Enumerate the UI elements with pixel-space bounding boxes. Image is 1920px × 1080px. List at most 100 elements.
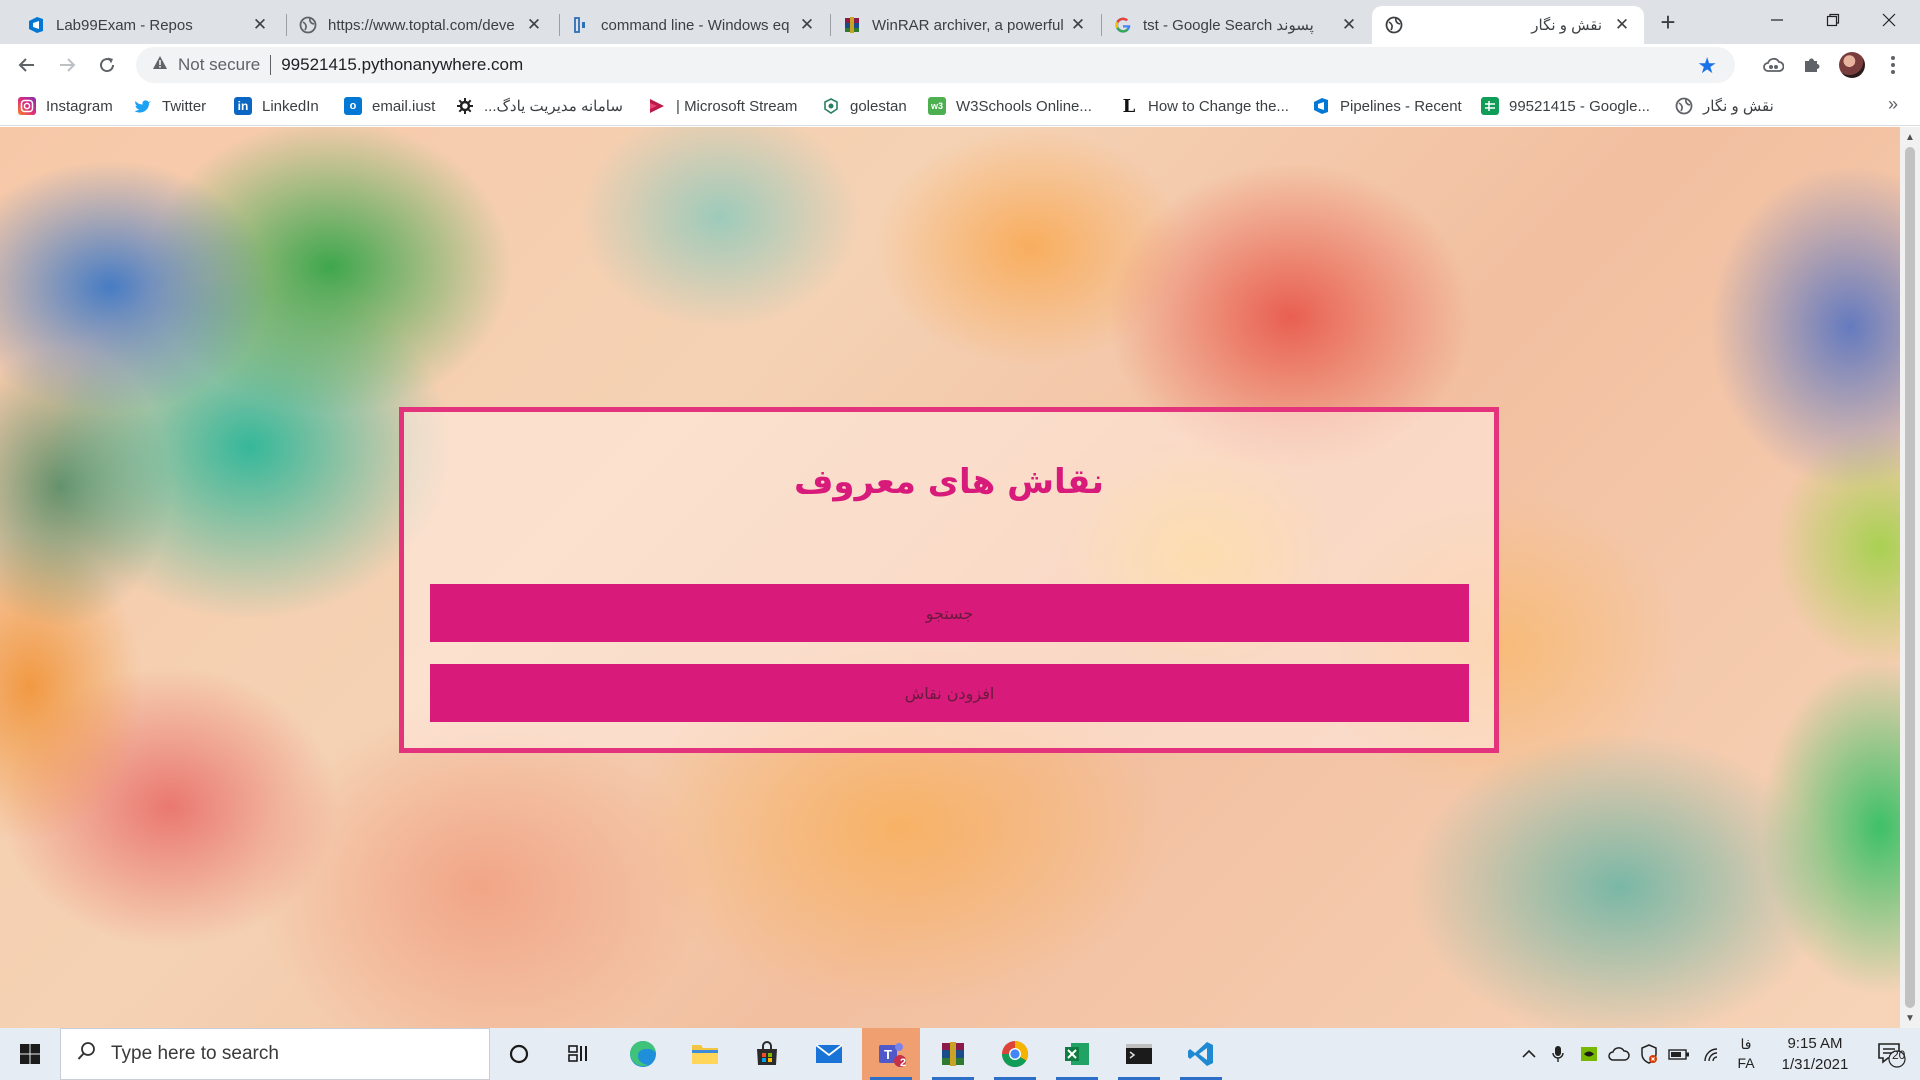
store-icon[interactable] — [738, 1028, 796, 1080]
system-clock[interactable]: 9:15 AM 1/31/2021 — [1770, 1033, 1860, 1075]
start-button[interactable] — [0, 1028, 60, 1080]
close-icon[interactable]: ✕ — [250, 15, 270, 35]
search-placeholder: Type here to search — [111, 1043, 279, 1064]
menu-kebab-icon[interactable] — [1880, 52, 1906, 78]
bookmark-label: | Microsoft Stream — [676, 97, 798, 115]
close-icon[interactable]: ✕ — [1339, 15, 1359, 35]
tab-title: command line - Windows eq — [601, 16, 790, 34]
l-icon: L — [1122, 95, 1136, 117]
bookmarks-overflow-button[interactable]: » — [1888, 94, 1898, 115]
folder-icon[interactable] — [676, 1028, 734, 1080]
windows-logo-icon — [20, 1044, 40, 1064]
clock-time: 9:15 AM — [1787, 1035, 1843, 1052]
excel-icon[interactable] — [1048, 1028, 1106, 1080]
scrollbar-thumb[interactable] — [1905, 147, 1915, 1008]
bookmark-golestan[interactable]: golestan — [822, 95, 907, 117]
close-icon[interactable]: ✕ — [524, 15, 544, 35]
tab-title: tst - Google Search پسوند — [1143, 17, 1314, 34]
warning-icon[interactable] — [152, 55, 168, 75]
gear-icon — [456, 97, 474, 115]
address-bar[interactable]: Not secure 99521415.pythonanywhere.com ★ — [136, 47, 1735, 83]
tab-winrar[interactable]: WinRAR archiver, a powerful ✕ — [830, 6, 1100, 44]
close-icon[interactable]: ✕ — [1068, 15, 1088, 35]
restore-button[interactable] — [1805, 0, 1861, 40]
bookmark-instagram[interactable]: Instagram — [18, 95, 113, 117]
microphone-icon[interactable] — [1546, 1028, 1570, 1080]
bookmark-twitter[interactable]: Twitter — [134, 95, 206, 117]
battery-icon[interactable] — [1666, 1028, 1692, 1080]
tab-toptal[interactable]: https://www.toptal.com/deve ✕ — [286, 6, 556, 44]
new-tab-button[interactable]: + — [1654, 7, 1682, 37]
page-background: نقاش های معروف جستجو افزودن نقاش — [0, 127, 1900, 1028]
url-text[interactable]: 99521415.pythonanywhere.com — [281, 55, 523, 75]
chrome-icon[interactable] — [986, 1028, 1044, 1080]
bookmark-w3schools[interactable]: w3 W3Schools Online... — [928, 95, 1092, 117]
wifi-icon[interactable] — [1698, 1028, 1724, 1080]
tab-google-search[interactable]: tst - Google Search پسوند ✕ — [1101, 6, 1371, 44]
search-icon — [77, 1041, 97, 1067]
edge-icon[interactable] — [614, 1028, 672, 1080]
search-button[interactable]: جستجو — [430, 584, 1469, 642]
bookmark-label: W3Schools Online... — [956, 97, 1092, 115]
extensions-puzzle-icon[interactable] — [1799, 52, 1825, 78]
bookmark-naqsh-o-negar[interactable]: نقش و نگار — [1675, 95, 1774, 117]
browser-toolbar: Not secure 99521415.pythonanywhere.com ★ — [0, 44, 1920, 86]
add-painter-button[interactable]: افزودن نقاش — [430, 664, 1469, 722]
page-title: نقاش های معروف — [793, 462, 1105, 502]
google-sheets-icon — [1481, 97, 1499, 115]
reload-button[interactable] — [92, 50, 122, 80]
avatar — [1839, 52, 1865, 78]
mail-icon[interactable] — [800, 1028, 858, 1080]
globe-icon — [1675, 97, 1693, 115]
terminal-icon[interactable] — [1110, 1028, 1168, 1080]
bookmark-star-icon[interactable]: ★ — [1697, 53, 1717, 79]
vscode-icon[interactable] — [1172, 1028, 1230, 1080]
linkedin-icon: in — [234, 97, 252, 115]
forward-button[interactable] — [52, 50, 82, 80]
bookmark-lms[interactable]: سامانه مدیریت یادگ... — [456, 95, 623, 117]
bookmark-microsoft-stream[interactable]: | Microsoft Stream — [648, 95, 797, 117]
task-view-icon[interactable] — [550, 1028, 608, 1080]
tab-title: WinRAR archiver, a powerful — [872, 16, 1064, 34]
close-icon[interactable]: ✕ — [1612, 15, 1632, 35]
tab-naqsh-o-negar[interactable]: نقش و نگار ✕ — [1372, 6, 1644, 44]
svg-text:T: T — [884, 1047, 892, 1062]
input-language-indicator[interactable]: فا FA — [1734, 1035, 1758, 1073]
close-icon[interactable]: ✕ — [797, 15, 817, 35]
bookmark-label: How to Change the... — [1148, 97, 1289, 115]
bookmark-label: email.iust — [372, 97, 436, 115]
bookmark-google-sheets[interactable]: 99521415 - Google... — [1481, 95, 1650, 117]
teams-icon[interactable]: T 2 — [862, 1028, 920, 1080]
bookmark-how-to-change[interactable]: L How to Change the... — [1120, 95, 1289, 117]
nvidia-icon[interactable] — [1576, 1028, 1602, 1080]
security-label[interactable]: Not secure — [178, 55, 260, 75]
windows-taskbar: Type here to search T 2 فا FA 9:15 AM 1/… — [0, 1028, 1920, 1080]
tab-title: نقش و نگار — [1531, 17, 1602, 34]
scroll-down-arrow-icon[interactable]: ▼ — [1900, 1010, 1920, 1026]
arrow-left-icon — [18, 58, 34, 72]
onedrive-cloud-icon[interactable] — [1606, 1028, 1632, 1080]
cortana-icon[interactable] — [490, 1028, 548, 1080]
profile-avatar[interactable] — [1839, 52, 1865, 78]
azure-devops-icon — [1312, 97, 1330, 115]
tab-lab99exam[interactable]: Lab99Exam - Repos ✕ — [14, 6, 282, 44]
cloud-sync-icon[interactable] — [1760, 52, 1786, 78]
security-shield-icon[interactable] — [1636, 1028, 1662, 1080]
tab-command-line[interactable]: command line - Windows eq ✕ — [559, 6, 829, 44]
scroll-up-arrow-icon[interactable]: ▲ — [1900, 129, 1920, 145]
back-button[interactable] — [12, 50, 42, 80]
page-scrollbar[interactable]: ▲ ▼ — [1900, 127, 1920, 1028]
minimize-button[interactable] — [1749, 0, 1805, 40]
bookmark-label: LinkedIn — [262, 97, 319, 115]
close-window-button[interactable] — [1861, 0, 1917, 40]
outlook-icon: o — [344, 97, 362, 115]
bookmark-linkedin[interactable]: in LinkedIn — [234, 95, 319, 117]
bookmark-pipelines[interactable]: Pipelines - Recent — [1312, 95, 1462, 117]
winrar-icon[interactable] — [924, 1028, 982, 1080]
taskbar-search-input[interactable]: Type here to search — [60, 1028, 490, 1080]
superuser-icon — [571, 15, 591, 35]
chevron-up-icon[interactable] — [1516, 1028, 1542, 1080]
bookmark-email-iust[interactable]: o email.iust — [344, 95, 435, 117]
notification-center-button[interactable]: 20 — [1866, 1028, 1916, 1080]
bookmarks-bar: Instagram Twitter in LinkedIn o email.iu… — [0, 86, 1920, 126]
